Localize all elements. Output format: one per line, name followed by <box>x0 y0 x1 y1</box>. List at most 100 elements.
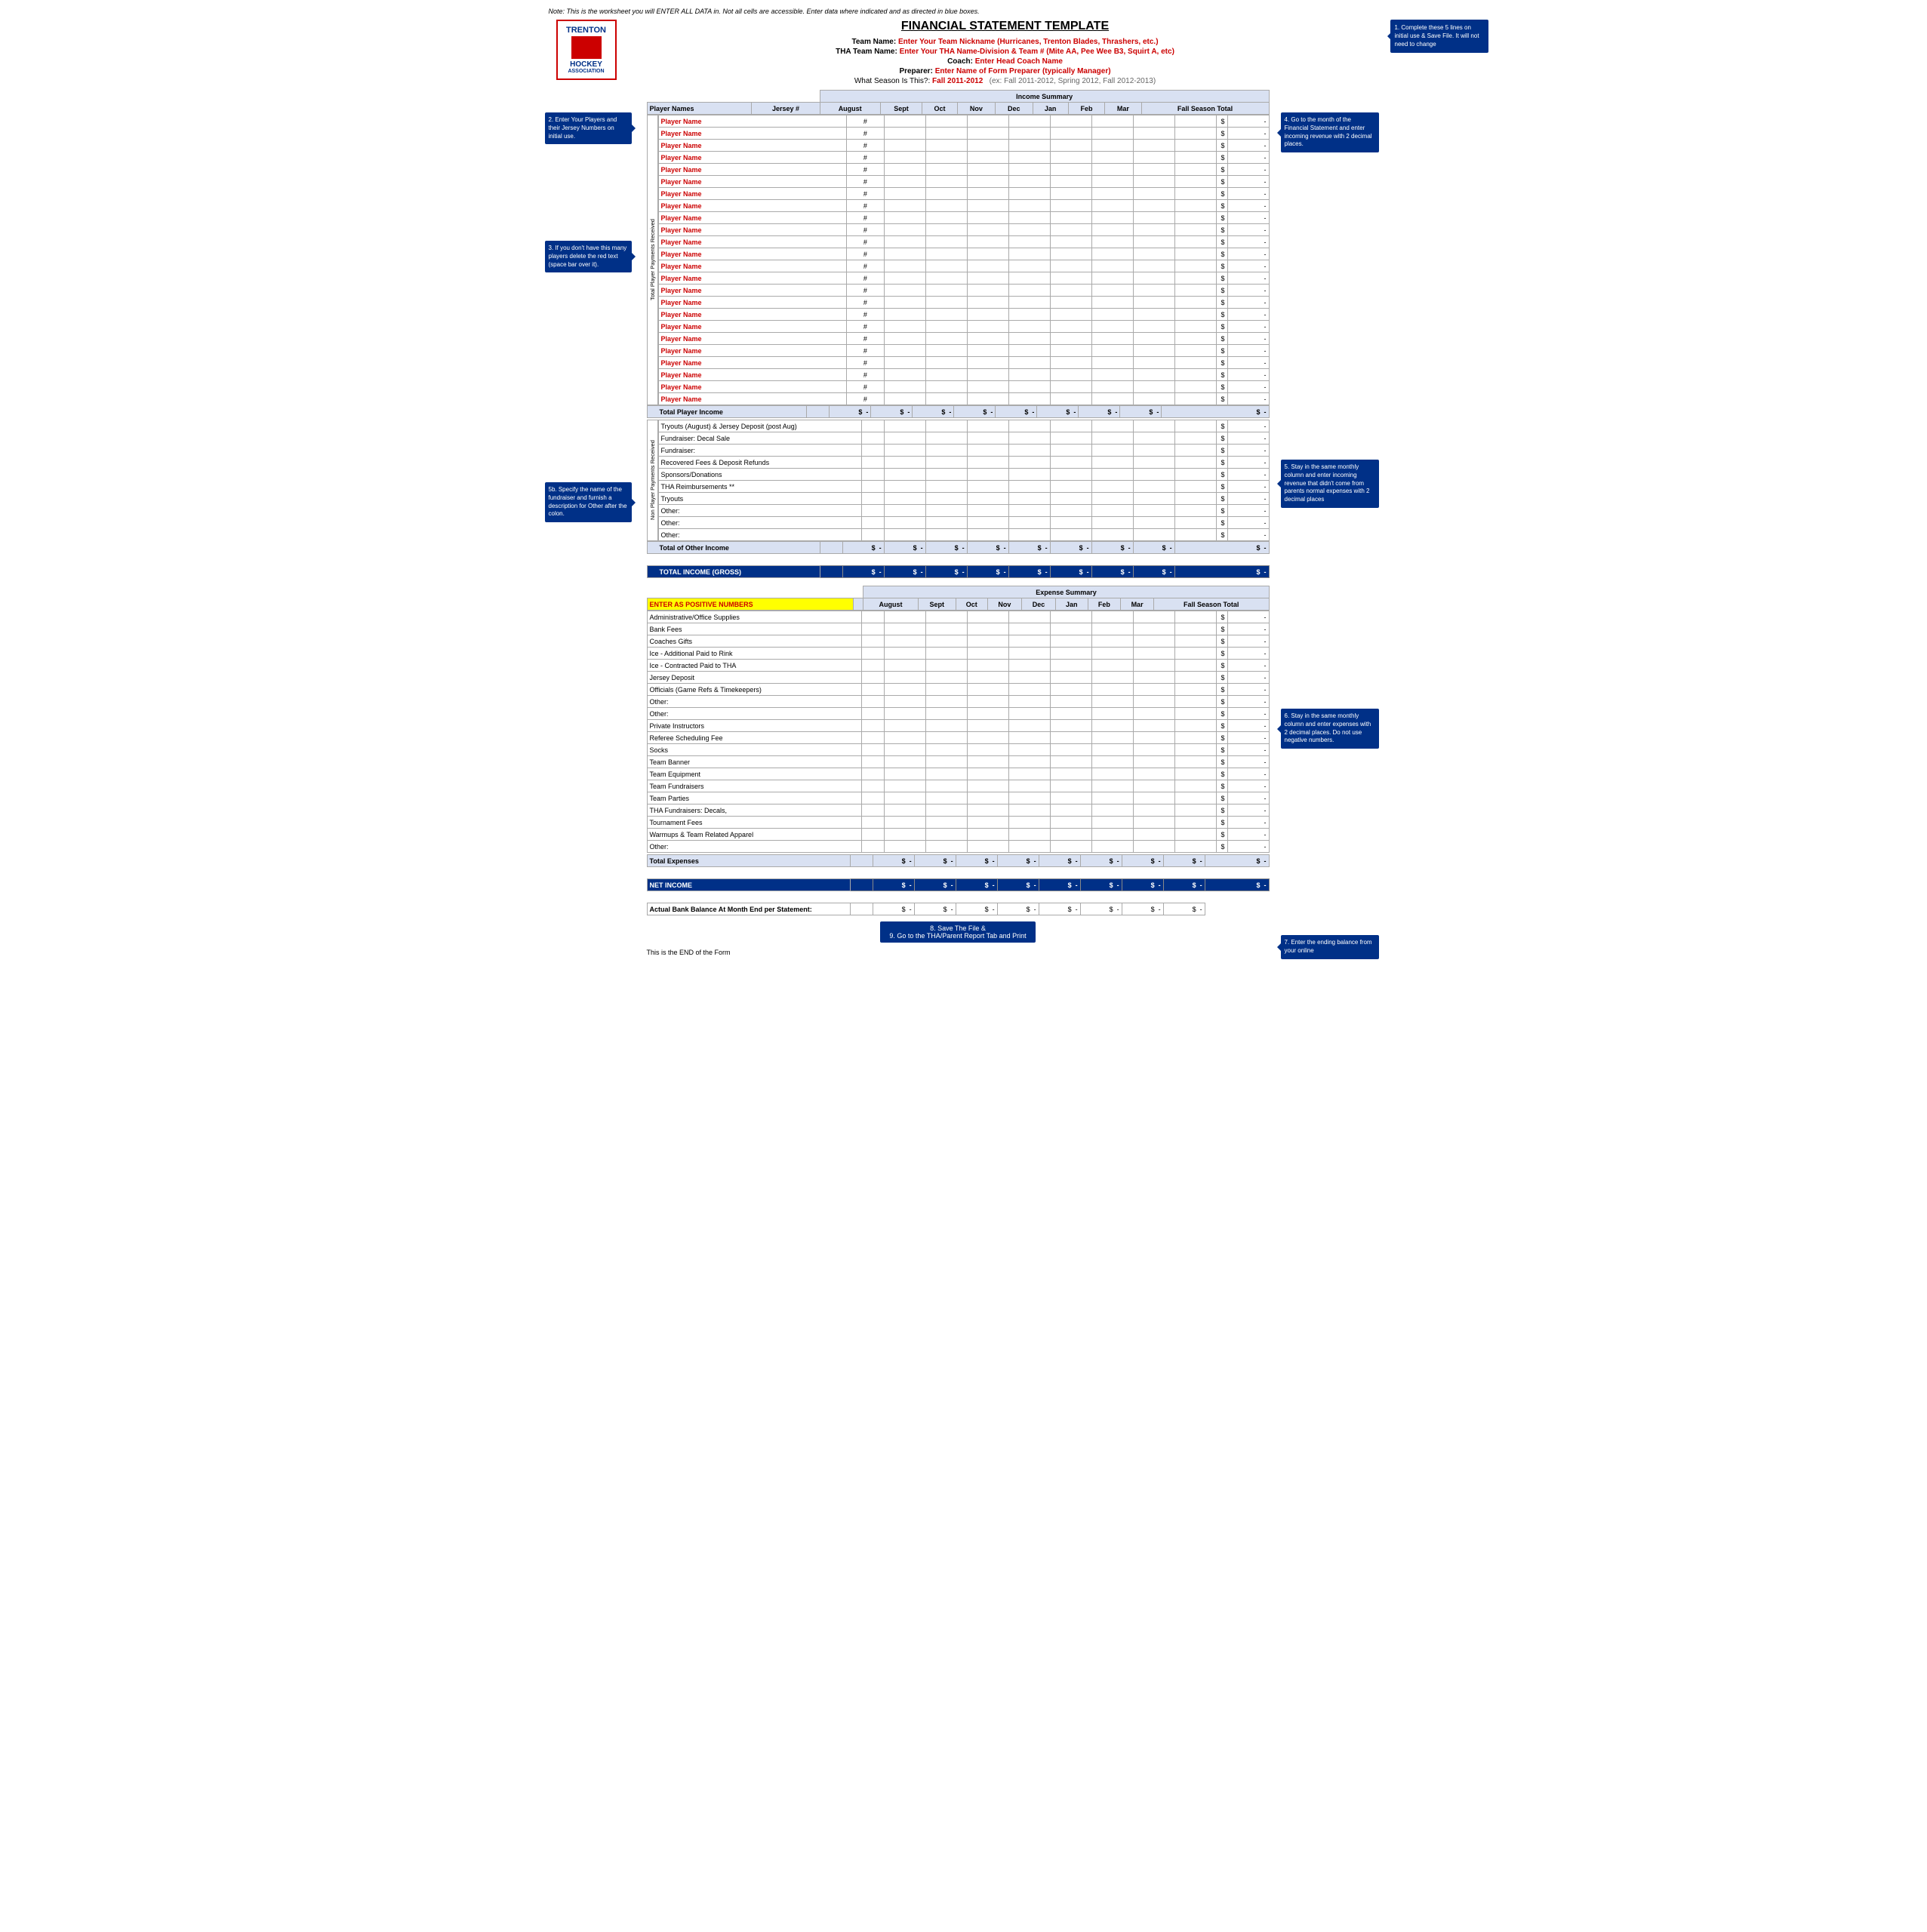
preparer-label: Preparer: <box>899 67 932 75</box>
player-row: Player Name # $ - <box>658 200 1269 212</box>
player-name-cell[interactable]: Player Name <box>658 381 847 393</box>
jersey-cell[interactable]: # <box>847 176 884 188</box>
jersey-cell[interactable]: # <box>847 272 884 285</box>
season-label: What Season Is This?: <box>854 77 930 85</box>
expense-summary-header: Expense Summary <box>863 586 1269 598</box>
jersey-cell[interactable]: # <box>847 115 884 128</box>
expense-row: Administrative/Office Supplies $ - <box>647 611 1269 623</box>
player-name-cell[interactable]: Player Name <box>658 115 847 128</box>
logo-area: TRENTON HOCKEY ASSOCIATION <box>549 20 624 80</box>
player-row: Player Name # $ - <box>658 164 1269 176</box>
player-name-cell[interactable]: Player Name <box>658 321 847 333</box>
tha-name-value: Enter Your THA Name-Division & Team # (M… <box>900 48 1174 56</box>
expense-row: Team Parties $ - <box>647 792 1269 804</box>
jersey-cell[interactable]: # <box>847 236 884 248</box>
expense-row: Jersey Deposit $ - <box>647 672 1269 684</box>
player-name-cell[interactable]: Player Name <box>658 369 847 381</box>
player-name-cell[interactable]: Player Name <box>658 357 847 369</box>
callout-5: 5. Stay in the same monthly column and e… <box>1281 460 1379 508</box>
season-value: Fall 2011-2012 <box>932 77 983 85</box>
player-name-cell[interactable]: Player Name <box>658 152 847 164</box>
player-row: Player Name # $ - <box>658 236 1269 248</box>
jersey-cell[interactable]: # <box>847 212 884 224</box>
player-name-cell[interactable]: Player Name <box>658 212 847 224</box>
player-row: Player Name # $ - <box>658 260 1269 272</box>
expense-row: Other: $ - <box>647 841 1269 853</box>
jersey-cell[interactable]: # <box>847 297 884 309</box>
expense-row: Team Banner $ - <box>647 756 1269 768</box>
tha-name-label: THA Team Name: <box>836 48 897 56</box>
expense-row: Tournament Fees $ - <box>647 817 1269 829</box>
player-name-cell[interactable]: Player Name <box>658 345 847 357</box>
jersey-cell[interactable]: # <box>847 200 884 212</box>
jersey-cell[interactable]: # <box>847 381 884 393</box>
jersey-cell[interactable]: # <box>847 188 884 200</box>
player-names-col: Player Names <box>647 103 752 115</box>
player-row: Player Name # $ - <box>658 285 1269 297</box>
player-name-cell[interactable]: Player Name <box>658 297 847 309</box>
player-name-cell[interactable]: Player Name <box>658 285 847 297</box>
other-income-row: Tryouts (August) & Jersey Deposit (post … <box>658 420 1269 432</box>
player-row: Player Name # $ - <box>658 224 1269 236</box>
jersey-cell[interactable]: # <box>847 309 884 321</box>
jersey-cell[interactable]: # <box>847 369 884 381</box>
expense-row: Officials (Game Refs & Timekeepers) $ - <box>647 684 1269 696</box>
jersey-cell[interactable]: # <box>847 140 884 152</box>
save-button-area[interactable]: 8. Save The File & 9. Go to the THA/Pare… <box>647 921 1270 943</box>
player-name-cell[interactable]: Player Name <box>658 140 847 152</box>
page-title: FINANCIAL STATEMENT TEMPLATE <box>632 20 1379 33</box>
player-name-cell[interactable]: Player Name <box>658 224 847 236</box>
callout-2: 2. Enter Your Players and their Jersey N… <box>545 112 632 144</box>
bank-balance-label: Actual Bank Balance At Month End per Sta… <box>647 903 850 915</box>
jersey-cell[interactable]: # <box>847 393 884 405</box>
jersey-cell[interactable]: # <box>847 164 884 176</box>
total-expenses-label: Total Expenses <box>647 855 850 867</box>
oct-col: Oct <box>922 103 957 115</box>
player-row: Player Name # $ - <box>658 369 1269 381</box>
mar-col: Mar <box>1105 103 1141 115</box>
player-row: Player Name # $ - <box>658 212 1269 224</box>
team-name-value: Enter Your Team Nickname (Hurricanes, Tr… <box>898 38 1159 46</box>
jan-col: Jan <box>1033 103 1068 115</box>
total-other-income-label: Total of Other Income <box>647 542 820 554</box>
logo-image <box>571 36 602 59</box>
player-name-cell[interactable]: Player Name <box>658 248 847 260</box>
other-income-row: Fundraiser: Decal Sale $ - <box>658 432 1269 445</box>
jersey-cell[interactable]: # <box>847 357 884 369</box>
jersey-cell[interactable]: # <box>847 285 884 297</box>
player-name-cell[interactable]: Player Name <box>658 200 847 212</box>
jersey-cell[interactable]: # <box>847 128 884 140</box>
player-name-cell[interactable]: Player Name <box>658 393 847 405</box>
expense-row: Bank Fees $ - <box>647 623 1269 635</box>
player-row: Player Name # $ - <box>658 345 1269 357</box>
jersey-cell[interactable]: # <box>847 260 884 272</box>
player-row: Player Name # $ - <box>658 393 1269 405</box>
jersey-cell[interactable]: # <box>847 321 884 333</box>
player-name-cell[interactable]: Player Name <box>658 333 847 345</box>
expense-row: Team Equipment $ - <box>647 768 1269 780</box>
player-name-cell[interactable]: Player Name <box>658 188 847 200</box>
aug-col: August <box>820 103 880 115</box>
player-row: Player Name # $ - <box>658 381 1269 393</box>
player-name-cell[interactable]: Player Name <box>658 272 847 285</box>
player-name-cell[interactable]: Player Name <box>658 128 847 140</box>
player-name-cell[interactable]: Player Name <box>658 309 847 321</box>
player-row: Player Name # $ - <box>658 333 1269 345</box>
player-row: Player Name # $ - <box>658 140 1269 152</box>
player-name-cell[interactable]: Player Name <box>658 164 847 176</box>
expense-row: Team Fundraisers $ - <box>647 780 1269 792</box>
jersey-cell[interactable]: # <box>847 224 884 236</box>
jersey-cell[interactable]: # <box>847 152 884 164</box>
jersey-cell[interactable]: # <box>847 248 884 260</box>
expense-row: Referee Scheduling Fee $ - <box>647 732 1269 744</box>
jersey-cell[interactable]: # <box>847 333 884 345</box>
other-income-row: THA Reimbursements ** $ - <box>658 481 1269 493</box>
player-name-cell[interactable]: Player Name <box>658 236 847 248</box>
player-row: Player Name # $ - <box>658 321 1269 333</box>
player-row: Player Name # $ - <box>658 128 1269 140</box>
player-row: Player Name # $ - <box>658 188 1269 200</box>
callout-6: 6. Stay in the same monthly column and e… <box>1281 709 1379 749</box>
player-name-cell[interactable]: Player Name <box>658 260 847 272</box>
jersey-cell[interactable]: # <box>847 345 884 357</box>
player-name-cell[interactable]: Player Name <box>658 176 847 188</box>
